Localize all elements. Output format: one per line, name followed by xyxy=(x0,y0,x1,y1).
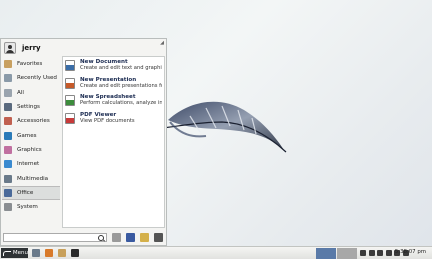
accessories-icon xyxy=(4,117,12,126)
app-item-new-document[interactable]: New Document Create and edit text and gra… xyxy=(63,57,164,75)
multimedia-icon xyxy=(4,174,12,183)
menu-header: jerry xyxy=(4,41,41,55)
workspace-1[interactable] xyxy=(316,248,336,259)
category-office[interactable]: Office xyxy=(2,185,60,200)
system-icon xyxy=(4,203,12,212)
app-description: Create and edit presentations for ... xyxy=(80,82,162,89)
recent-icon xyxy=(4,74,12,83)
app-item-text: New Presentation Create and edit presenta… xyxy=(80,77,162,89)
keyboard-icon[interactable] xyxy=(360,250,366,256)
menu-button-label: Menu xyxy=(12,250,28,256)
app-item-new-spreadsheet[interactable]: New Spreadsheet Perform calculations, ana… xyxy=(63,92,164,110)
presentation-icon xyxy=(65,77,75,89)
monitor-icon[interactable] xyxy=(126,233,135,242)
category-label: Accessories xyxy=(17,118,50,125)
files-icon[interactable] xyxy=(32,249,40,257)
app-description: Perform calculations, analyze info... xyxy=(80,100,162,106)
category-multimedia[interactable]: Multimedia xyxy=(2,171,60,185)
pdf-icon xyxy=(65,112,75,124)
category-label: Internet xyxy=(17,161,40,168)
category-internet[interactable]: Internet xyxy=(2,157,60,171)
category-label: Office xyxy=(17,189,34,196)
document-icon xyxy=(65,60,75,71)
category-label: All xyxy=(17,89,24,96)
menu-button[interactable]: Menu xyxy=(1,248,28,258)
category-label: Favorites xyxy=(17,61,43,68)
resize-handle-icon[interactable]: ◢ xyxy=(160,40,164,46)
app-description: View PDF documents xyxy=(80,117,135,124)
application-list: New Document Create and edit text and gra… xyxy=(62,56,165,228)
category-graphics[interactable]: Graphics xyxy=(2,143,60,157)
session-actions xyxy=(112,233,163,242)
battery-icon[interactable] xyxy=(368,250,375,256)
app-item-text: New Document Create and edit text and gra… xyxy=(80,59,162,71)
settings-icon xyxy=(4,103,12,112)
category-system[interactable]: System xyxy=(2,200,60,214)
username: jerry xyxy=(22,44,41,52)
app-item-new-presentation[interactable]: New Presentation Create and edit presenta… xyxy=(63,75,164,93)
spreadsheet-icon xyxy=(65,95,75,106)
app-item-pdf-viewer[interactable]: PDF Viewer View PDF documents xyxy=(63,110,164,128)
clipboard-icon[interactable] xyxy=(377,250,383,256)
folder-icon[interactable] xyxy=(58,249,66,257)
category-label: Multimedia xyxy=(17,175,49,182)
category-label: System xyxy=(17,204,38,211)
terminal-icon[interactable] xyxy=(71,249,79,257)
category-label: Graphics xyxy=(17,146,42,153)
firefox-icon[interactable] xyxy=(45,249,53,257)
category-settings[interactable]: Settings xyxy=(2,100,60,114)
lock-icon[interactable] xyxy=(140,233,149,242)
network-icon[interactable] xyxy=(385,250,392,256)
games-icon xyxy=(4,131,12,140)
mint-logo-icon xyxy=(3,250,11,256)
clock[interactable]: 5:38:07 pm xyxy=(395,249,426,255)
category-games[interactable]: Games xyxy=(2,128,60,142)
internet-icon xyxy=(4,160,12,169)
star-icon xyxy=(4,60,12,69)
app-description: Create and edit text and graphics ... xyxy=(80,65,162,71)
app-item-text: PDF Viewer View PDF documents xyxy=(80,112,162,124)
taskbar: Menu 5:38:07 pm xyxy=(0,246,432,259)
category-recently-used[interactable]: Recently Used xyxy=(2,71,60,85)
graphics-icon xyxy=(4,145,12,154)
category-accessories[interactable]: Accessories xyxy=(2,114,60,128)
app-item-text: New Spreadsheet Perform calculations, ana… xyxy=(80,94,162,106)
category-all[interactable]: All xyxy=(2,86,60,100)
workspace-2[interactable] xyxy=(337,248,357,259)
user-avatar-icon[interactable] xyxy=(4,42,16,54)
power-icon[interactable] xyxy=(154,233,163,242)
category-favorites[interactable]: Favorites xyxy=(2,57,60,71)
category-label: Games xyxy=(17,132,37,139)
application-menu: jerry ◢ Favorites Recently Used All Setting… xyxy=(0,38,167,246)
all-apps-icon xyxy=(4,88,12,97)
category-label: Recently Used xyxy=(17,75,57,82)
search-field[interactable] xyxy=(3,233,107,242)
category-list: Favorites Recently Used All Settings Accesso… xyxy=(2,57,60,214)
search-icon[interactable] xyxy=(98,235,104,241)
wallpaper-feather xyxy=(161,101,287,153)
screensaver-icon[interactable] xyxy=(112,233,121,242)
category-label: Settings xyxy=(17,104,40,111)
office-icon xyxy=(4,188,12,197)
